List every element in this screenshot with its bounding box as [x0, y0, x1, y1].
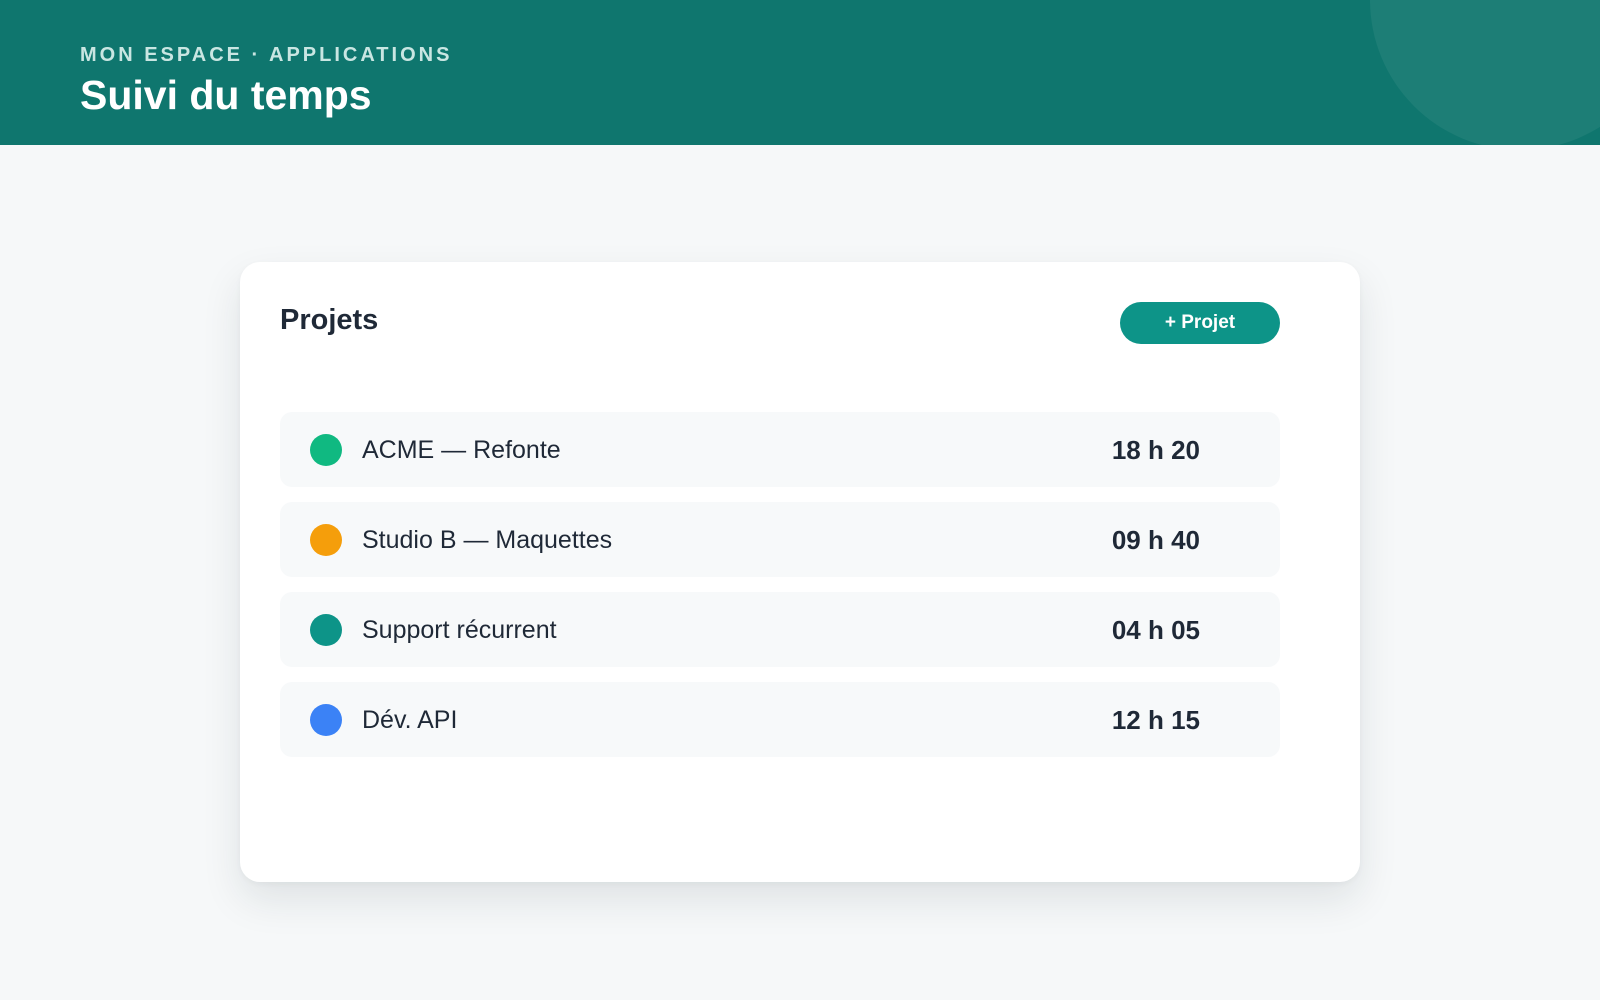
project-row[interactable]: ACME — Refonte 18 h 20 — [280, 412, 1280, 487]
project-name: Support récurrent — [362, 616, 557, 644]
add-project-button[interactable]: + Projet — [1120, 302, 1280, 344]
card-title: Projets — [280, 304, 379, 336]
project-time: 09 h 40 — [1111, 525, 1200, 555]
project-color-dot — [310, 614, 342, 646]
project-time: 12 h 15 — [1111, 705, 1200, 735]
project-color-dot — [310, 524, 342, 556]
project-time: 04 h 05 — [1111, 615, 1200, 645]
project-color-dot — [310, 434, 342, 466]
project-name: Dév. API — [362, 706, 458, 734]
breadcrumb: MON ESPACE · APPLICATIONS — [80, 44, 453, 66]
project-name: ACME — Refonte — [362, 436, 561, 464]
project-list: ACME — Refonte 18 h 20 Studio B — Maquet… — [280, 412, 1280, 772]
project-name: Studio B — Maquettes — [362, 526, 613, 554]
projects-card: Projets + Projet ACME — Refonte 18 h 20 … — [240, 262, 1360, 882]
header-decoration — [1370, 0, 1600, 145]
project-row[interactable]: Dév. API 12 h 15 — [280, 682, 1280, 757]
app-header: MON ESPACE · APPLICATIONS Suivi du temps — [0, 0, 1600, 145]
project-time: 18 h 20 — [1111, 435, 1200, 465]
project-color-dot — [310, 704, 342, 736]
project-row[interactable]: Support récurrent 04 h 05 — [280, 592, 1280, 667]
page-title: Suivi du temps — [80, 72, 372, 118]
project-row[interactable]: Studio B — Maquettes 09 h 40 — [280, 502, 1280, 577]
